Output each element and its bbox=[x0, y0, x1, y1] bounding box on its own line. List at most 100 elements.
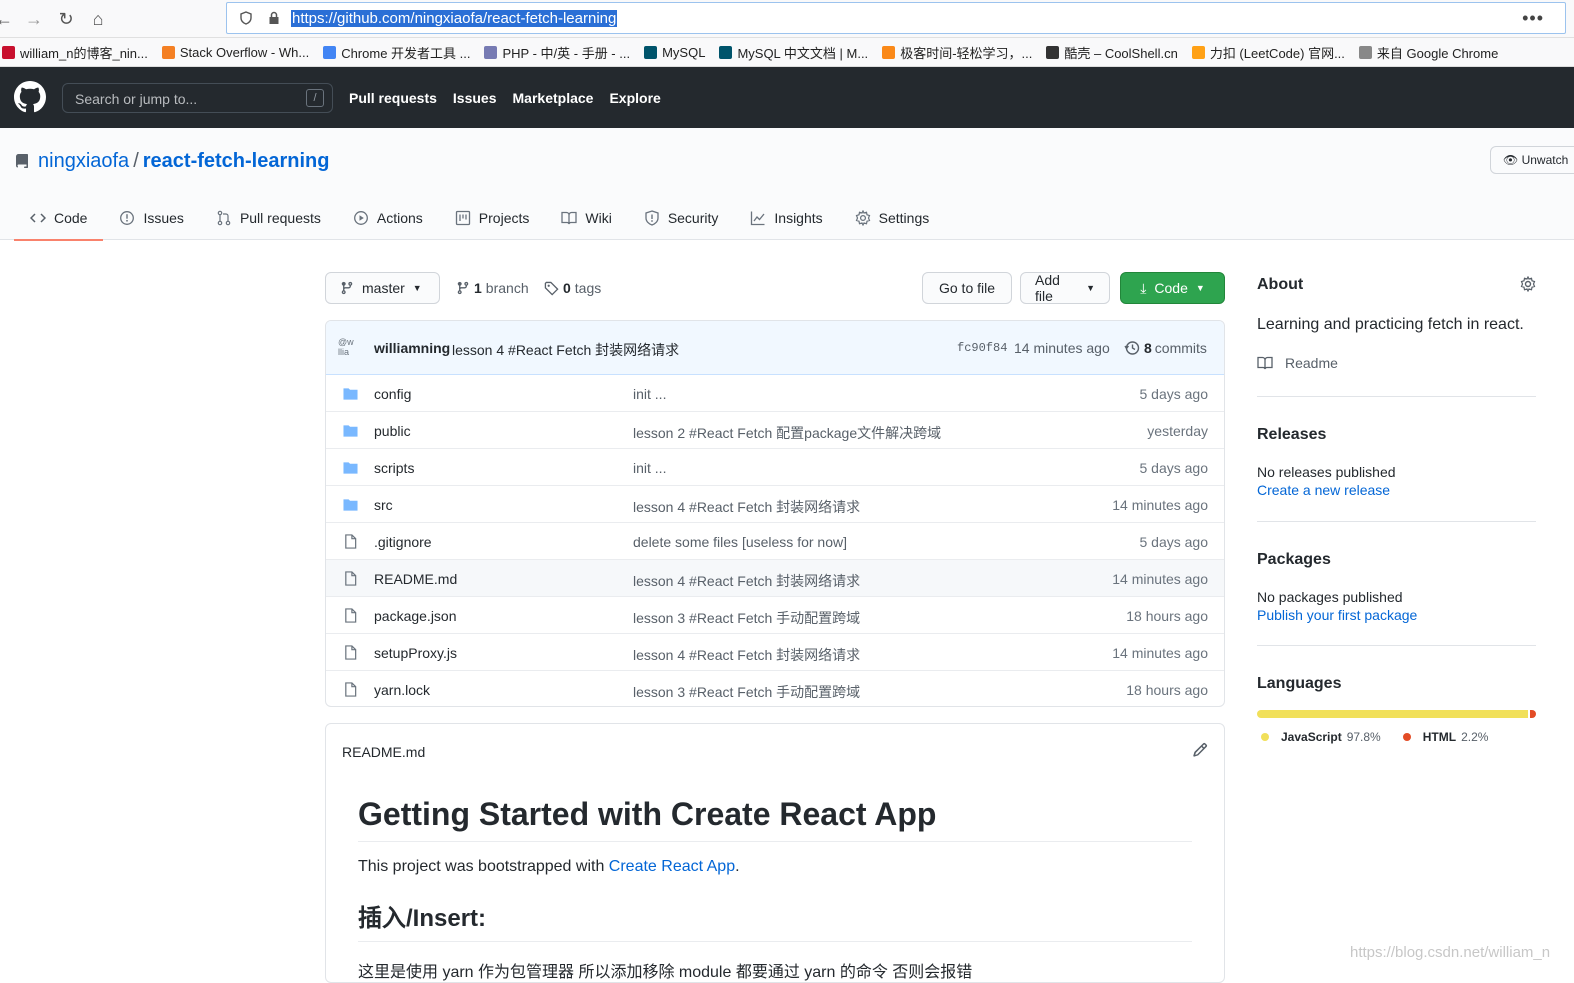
file-icon bbox=[345, 645, 357, 660]
file-commit-message[interactable]: lesson 4 #React Fetch 封装网络请求 bbox=[633, 497, 860, 517]
tab-wiki[interactable]: Wiki bbox=[545, 196, 627, 240]
file-commit-message[interactable]: init ... bbox=[633, 460, 666, 476]
file-row[interactable]: scripts init ... 5 days ago bbox=[326, 449, 1224, 486]
file-row[interactable]: config init ... 5 days ago bbox=[326, 375, 1224, 412]
nav-pull-requests[interactable]: Pull requests bbox=[349, 90, 437, 106]
readme-intro: This project was bootstrapped with Creat… bbox=[358, 858, 1192, 876]
tab-issues[interactable]: Issues bbox=[103, 196, 199, 240]
bookmark-item[interactable]: MySQL 中文文档 | M... bbox=[719, 43, 868, 62]
repo-icon bbox=[16, 153, 28, 168]
commit-sha[interactable]: fc90f84 bbox=[957, 341, 1007, 355]
file-commit-message[interactable]: lesson 4 #React Fetch 封装网络请求 bbox=[633, 571, 860, 591]
bookmark-item[interactable]: 力扣 (LeetCode) 官网... bbox=[1191, 43, 1345, 62]
language-legend-item[interactable]: HTML 2.2% bbox=[1402, 730, 1488, 744]
tag-word: tags bbox=[574, 280, 602, 296]
bookmark-label: MySQL bbox=[662, 44, 706, 60]
file-commit-message[interactable]: lesson 2 #React Fetch 配置package文件解决跨域 bbox=[633, 423, 941, 443]
bookmark-item[interactable]: PHP - 中/英 - 手册 - ... bbox=[484, 43, 630, 62]
create-react-app-link[interactable]: Create React App bbox=[609, 858, 735, 875]
tab-projects[interactable]: Projects bbox=[439, 196, 546, 240]
github-logo-icon[interactable] bbox=[14, 81, 46, 113]
add-file-button[interactable]: Add file ▼ bbox=[1020, 272, 1110, 304]
unwatch-button[interactable]: 👁 Unwatch bbox=[1490, 146, 1574, 174]
file-commit-message[interactable]: lesson 3 #React Fetch 手动配置跨域 bbox=[633, 608, 860, 628]
tab-insights[interactable]: Insights bbox=[734, 196, 838, 240]
file-commit-message[interactable]: init ... bbox=[633, 386, 666, 402]
file-commit-message[interactable]: delete some files [useless for now] bbox=[633, 534, 847, 550]
file-row[interactable]: .gitignore delete some files [useless for… bbox=[326, 523, 1224, 560]
file-row[interactable]: yarn.lock lesson 3 #React Fetch 手动配置跨域 18 … bbox=[326, 671, 1224, 706]
repo-owner-link[interactable]: ningxiaofa bbox=[38, 150, 129, 173]
file-row[interactable]: src lesson 4 #React Fetch 封装网络请求 14 minute… bbox=[326, 486, 1224, 523]
branch-select-button[interactable]: master ▼ bbox=[325, 272, 440, 304]
language-bar-segment[interactable] bbox=[1529, 710, 1536, 718]
commits-link[interactable]: 8 commits bbox=[1124, 340, 1207, 356]
file-row[interactable]: package.json lesson 3 #React Fetch 手动配置跨域… bbox=[326, 597, 1224, 634]
bookmark-item[interactable]: 来自 Google Chrome bbox=[1358, 43, 1498, 62]
avatar[interactable]: @w llia bbox=[338, 337, 360, 359]
commit-message[interactable]: lesson 4 #React Fetch 封装网络请求 bbox=[452, 340, 679, 360]
browser-menu-icon[interactable]: ••• bbox=[1522, 8, 1544, 29]
readme-sidebar-link[interactable]: Readme bbox=[1257, 355, 1536, 371]
go-to-file-button[interactable]: Go to file bbox=[922, 272, 1012, 304]
file-name-link[interactable]: README.md bbox=[374, 571, 457, 587]
repo-name-link[interactable]: react-fetch-learning bbox=[143, 150, 330, 173]
nav-marketplace[interactable]: Marketplace bbox=[513, 90, 594, 106]
lock-icon[interactable] bbox=[267, 11, 281, 25]
nav-explore[interactable]: Explore bbox=[609, 90, 660, 106]
file-name-link[interactable]: setupProxy.js bbox=[374, 645, 457, 661]
branches-link[interactable]: 1 branch bbox=[456, 280, 529, 296]
address-bar[interactable]: https://github.com/ningxiaofa/react-fetc… bbox=[226, 2, 1566, 34]
search-input[interactable]: Search or jump to... / bbox=[62, 83, 333, 113]
file-row[interactable]: public lesson 2 #React Fetch 配置package文件解… bbox=[326, 412, 1224, 449]
file-commit-message[interactable]: lesson 4 #React Fetch 封装网络请求 bbox=[633, 645, 860, 665]
bookmark-item[interactable]: Chrome 开发者工具 ... bbox=[323, 43, 470, 62]
bookmark-item[interactable]: 极客时间-轻松学习，... bbox=[882, 43, 1032, 62]
file-row[interactable]: setupProxy.js lesson 4 #React Fetch 封装网络请… bbox=[326, 634, 1224, 671]
publish-package-link[interactable]: Publish your first package bbox=[1257, 607, 1417, 623]
bookmark-item[interactable]: william_n的博客_nin... bbox=[2, 43, 148, 62]
file-name-link[interactable]: .gitignore bbox=[374, 534, 432, 550]
about-section: About bbox=[1257, 276, 1536, 294]
reload-icon[interactable]: ↻ bbox=[56, 9, 76, 29]
nav-issues[interactable]: Issues bbox=[453, 90, 497, 106]
url-text[interactable]: https://github.com/ningxiaofa/react-fetc… bbox=[291, 10, 618, 27]
commit-author-link[interactable]: williamning bbox=[374, 340, 450, 356]
bookmark-item[interactable]: 酷壳 – CoolShell.cn bbox=[1046, 43, 1178, 62]
language-bar-segment[interactable] bbox=[1257, 710, 1528, 718]
packages-title[interactable]: Packages bbox=[1257, 551, 1536, 569]
file-name-link[interactable]: src bbox=[374, 497, 393, 513]
file-commit-age: 5 days ago bbox=[1139, 460, 1209, 476]
tab-code[interactable]: Code bbox=[14, 196, 104, 241]
releases-title[interactable]: Releases bbox=[1257, 426, 1536, 444]
forward-icon[interactable]: → bbox=[24, 9, 44, 29]
file-row[interactable]: README.md lesson 4 #React Fetch 封装网络请求 14 … bbox=[326, 560, 1224, 597]
shield-icon[interactable] bbox=[239, 11, 253, 25]
pencil-icon[interactable] bbox=[1192, 742, 1208, 758]
file-name-link[interactable]: package.json bbox=[374, 608, 457, 624]
file-name-link[interactable]: public bbox=[374, 423, 411, 439]
tab-settings[interactable]: Settings bbox=[839, 196, 946, 240]
home-icon[interactable]: ⌂ bbox=[88, 9, 108, 29]
tab-security[interactable]: Security bbox=[628, 196, 735, 240]
file-commit-message[interactable]: lesson 3 #React Fetch 手动配置跨域 bbox=[633, 682, 860, 702]
bookmark-label: PHP - 中/英 - 手册 - ... bbox=[502, 45, 631, 61]
readme-filename[interactable]: README.md bbox=[342, 744, 425, 760]
tags-link[interactable]: 0 tags bbox=[544, 280, 601, 296]
bookmark-item[interactable]: MySQL bbox=[644, 45, 705, 60]
packages-heading: Packages bbox=[1257, 551, 1331, 568]
file-name-link[interactable]: config bbox=[374, 386, 411, 402]
code-download-button[interactable]: ⤓ Code ▼ bbox=[1120, 272, 1225, 304]
tab-pull-requests[interactable]: Pull requests bbox=[200, 196, 337, 240]
file-name-link[interactable]: yarn.lock bbox=[374, 682, 430, 698]
gear-icon[interactable] bbox=[1520, 276, 1536, 292]
language-legend-item[interactable]: JavaScript 97.8% bbox=[1261, 730, 1381, 744]
readme-cut-text: 这里是使用 yarn 作为包管理器 所以添加移除 module 都要通过 yar… bbox=[358, 964, 973, 981]
create-release-link[interactable]: Create a new release bbox=[1257, 482, 1390, 498]
back-icon[interactable]: ← bbox=[0, 9, 14, 29]
file-name-link[interactable]: scripts bbox=[374, 460, 414, 476]
tab-actions[interactable]: Actions bbox=[337, 196, 439, 240]
bookmark-item[interactable]: Stack Overflow - Wh... bbox=[161, 45, 309, 60]
repo-header: ningxiaofa / react-fetch-learning 👁 Unwa… bbox=[0, 128, 1574, 241]
add-file-label: Add file bbox=[1035, 272, 1060, 304]
